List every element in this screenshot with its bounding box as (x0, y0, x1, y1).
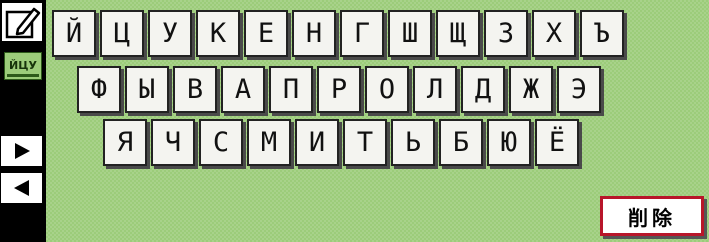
key-В[interactable]: В (173, 66, 217, 113)
sidebar: ЙЦУ (0, 0, 46, 242)
edit-button[interactable] (1, 2, 43, 42)
key-О[interactable]: О (365, 66, 409, 113)
key-Э[interactable]: Э (557, 66, 601, 113)
pencil-square-icon (5, 7, 41, 39)
next-page-button[interactable] (0, 135, 43, 167)
key-Н[interactable]: Н (292, 10, 336, 57)
key-К[interactable]: К (196, 10, 240, 57)
triangle-left-icon (13, 180, 29, 196)
key-Й[interactable]: Й (52, 10, 96, 57)
key-А[interactable]: А (221, 66, 265, 113)
key-Л[interactable]: Л (413, 66, 457, 113)
key-Ш[interactable]: Ш (388, 10, 432, 57)
key-Ы[interactable]: Ы (125, 66, 169, 113)
key-Ф[interactable]: Ф (77, 66, 121, 113)
layout-mode-button[interactable]: ЙЦУ (4, 52, 42, 80)
key-П[interactable]: П (269, 66, 313, 113)
key-Д[interactable]: Д (461, 66, 505, 113)
previous-page-button[interactable] (0, 172, 43, 204)
key-Ж[interactable]: Ж (509, 66, 553, 113)
key-У[interactable]: У (148, 10, 192, 57)
key-Ё[interactable]: Ё (535, 119, 579, 166)
key-Ц[interactable]: Ц (100, 10, 144, 57)
key-Т[interactable]: Т (343, 119, 387, 166)
delete-button[interactable]: 削除 (600, 196, 704, 236)
key-row-1: ЙЦУКЕНГШЩЗХЪ (52, 10, 624, 57)
key-Ъ[interactable]: Ъ (580, 10, 624, 57)
key-Х[interactable]: Х (532, 10, 576, 57)
key-Ч[interactable]: Ч (151, 119, 195, 166)
key-Я[interactable]: Я (103, 119, 147, 166)
key-Ю[interactable]: Ю (487, 119, 531, 166)
key-Ь[interactable]: Ь (391, 119, 435, 166)
triangle-right-icon (14, 143, 30, 159)
key-З[interactable]: З (484, 10, 528, 57)
key-Р[interactable]: Р (317, 66, 361, 113)
keyboard-panel: ЙЦУКЕНГШЩЗХЪ ФЫВАПРОЛДЖЭ ЯЧСМИТЬБЮЁ 削除 (46, 0, 709, 242)
key-И[interactable]: И (295, 119, 339, 166)
key-М[interactable]: М (247, 119, 291, 166)
key-Щ[interactable]: Щ (436, 10, 480, 57)
key-Е[interactable]: Е (244, 10, 288, 57)
key-С[interactable]: С (199, 119, 243, 166)
key-Б[interactable]: Б (439, 119, 483, 166)
key-row-2: ФЫВАПРОЛДЖЭ (77, 66, 601, 113)
key-Г[interactable]: Г (340, 10, 384, 57)
key-row-3: ЯЧСМИТЬБЮЁ (103, 119, 579, 166)
